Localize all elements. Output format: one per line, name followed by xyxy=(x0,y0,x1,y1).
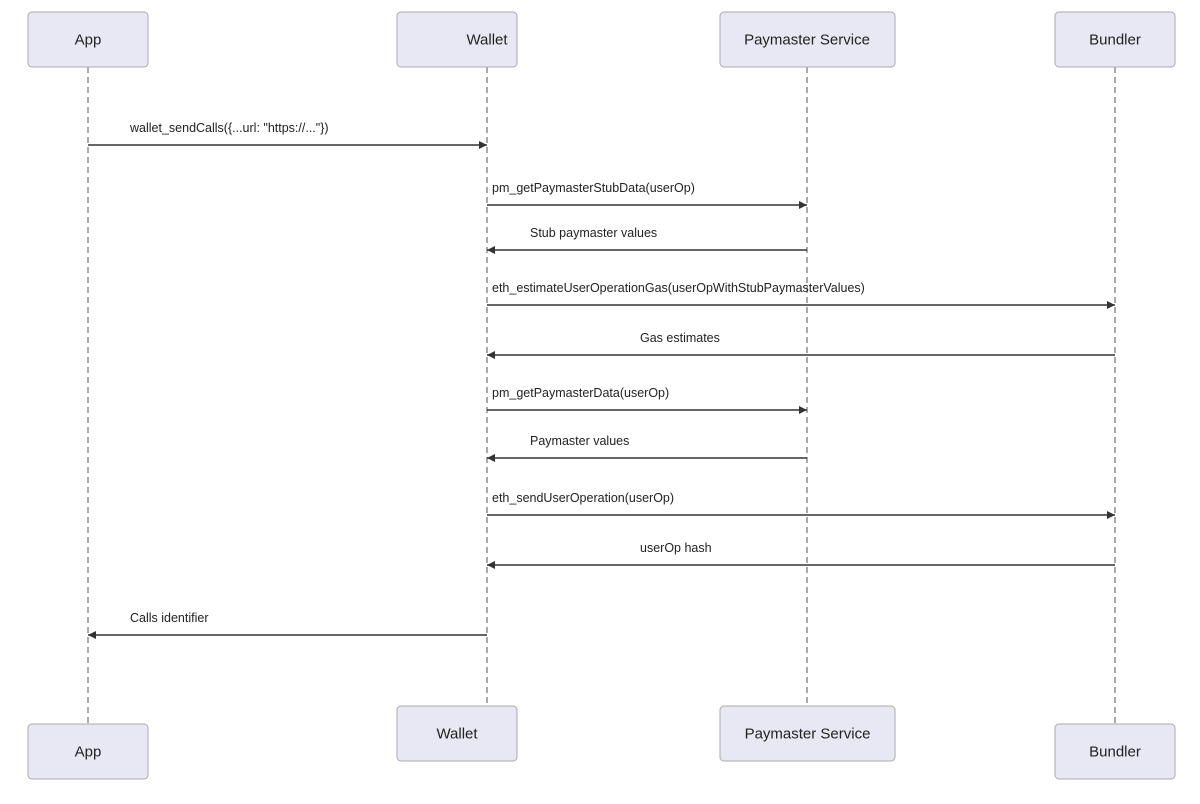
svg-text:Bundler: Bundler xyxy=(1089,744,1141,761)
svg-text:Wallet: Wallet xyxy=(436,726,478,743)
svg-text:pm_getPaymasterData(userOp): pm_getPaymasterData(userOp) xyxy=(492,386,669,400)
svg-text:Paymaster Service: Paymaster Service xyxy=(745,726,871,743)
svg-text:Paymaster Service: Paymaster Service xyxy=(744,32,870,49)
svg-text:Stub paymaster values: Stub paymaster values xyxy=(530,226,657,240)
svg-text:Paymaster values: Paymaster values xyxy=(530,434,629,448)
svg-text:Gas estimates: Gas estimates xyxy=(640,331,720,345)
svg-text:eth_estimateUserOperationGas(u: eth_estimateUserOperationGas(userOpWithS… xyxy=(492,281,865,295)
svg-text:Wallet: Wallet xyxy=(466,32,508,49)
diagram-svg: App Wallet Paymaster Service Bundler App Wall… xyxy=(0,0,1200,804)
svg-text:eth_sendUserOperation(userOp): eth_sendUserOperation(userOp) xyxy=(492,491,674,505)
svg-text:Bundler: Bundler xyxy=(1089,32,1141,49)
svg-text:Calls identifier: Calls identifier xyxy=(130,611,209,625)
svg-text:App: App xyxy=(75,744,102,761)
svg-text:App: App xyxy=(75,32,102,49)
svg-text:wallet_sendCalls({...url: "htt: wallet_sendCalls({...url: "https://..."}… xyxy=(129,121,329,135)
svg-text:pm_getPaymasterStubData(userOp: pm_getPaymasterStubData(userOp) xyxy=(492,181,695,195)
sequence-diagram: App Wallet Paymaster Service Bundler App Wall… xyxy=(0,0,1200,804)
svg-text:userOp hash: userOp hash xyxy=(640,541,712,555)
